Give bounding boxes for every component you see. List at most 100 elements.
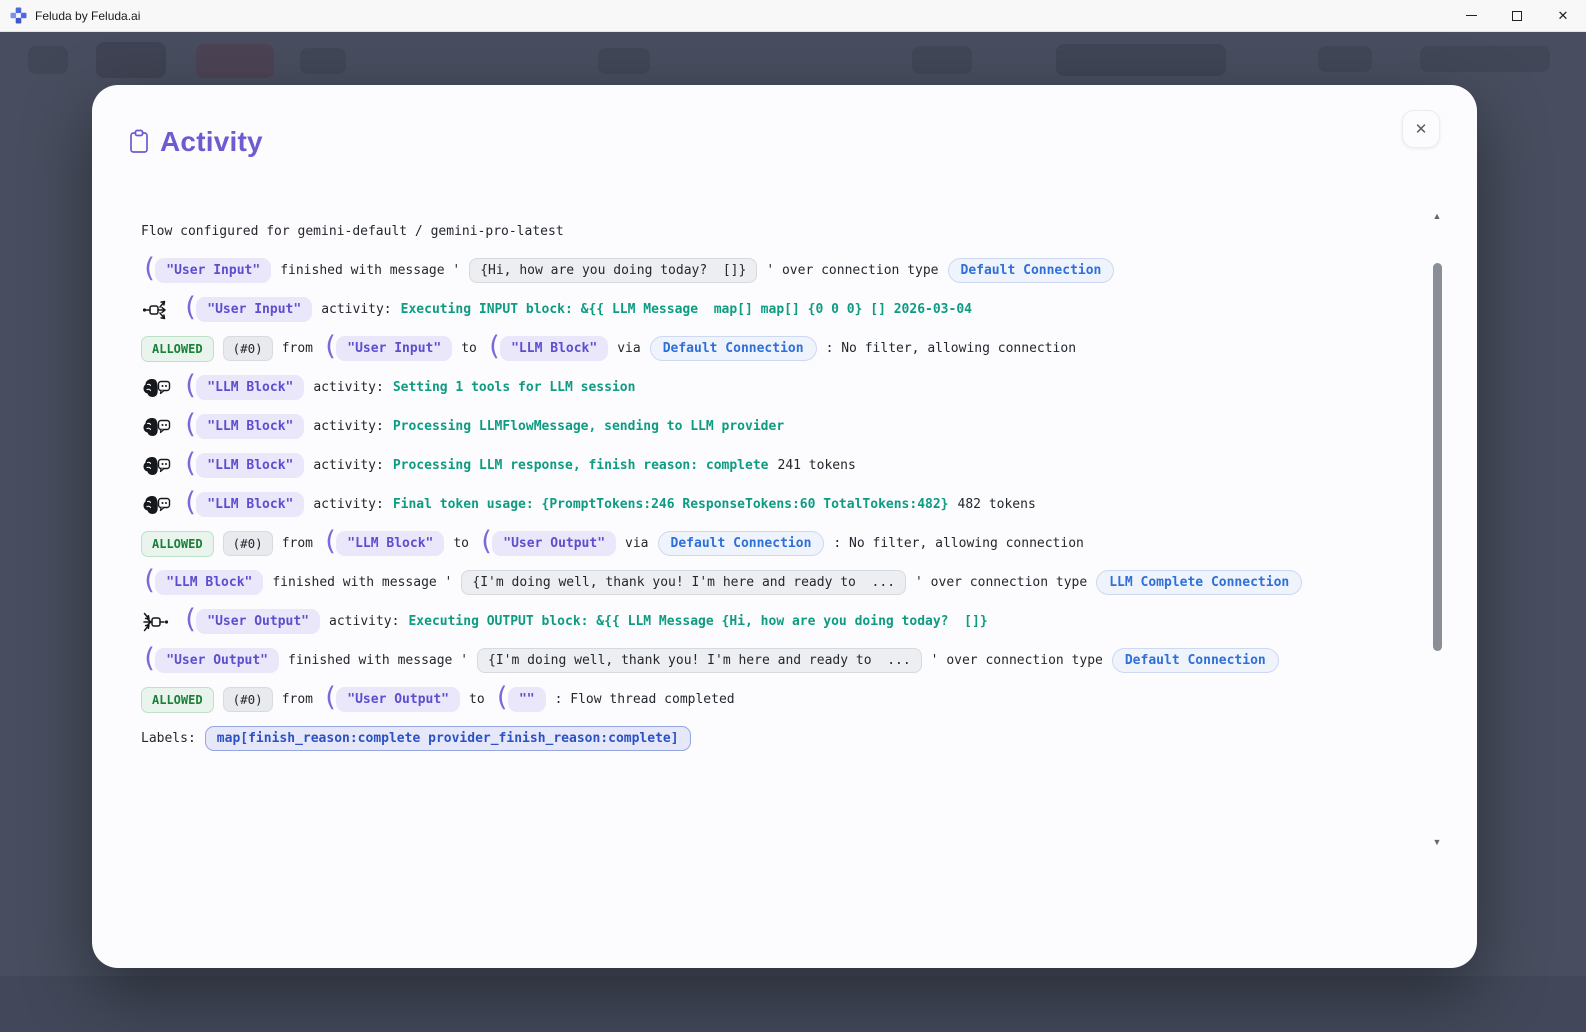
block-badge-label: "User Input" (196, 297, 313, 322)
log-text: to (453, 536, 470, 551)
token-count: 482 tokens (957, 497, 1036, 512)
activity-text: Executing INPUT block: &{{ LLM Message m… (400, 302, 972, 317)
window-titlebar: Feluda by Feluda.ai ✕ (0, 0, 1586, 32)
maximize-icon (1512, 10, 1522, 21)
paren-glyph: ( (478, 526, 495, 557)
connection-badge-default: Default Connection (947, 258, 1115, 283)
connection-badge-default: Default Connection (657, 531, 825, 556)
log-text: : No filter, allowing connection (833, 536, 1084, 551)
message-pill: {I'm doing well, thank you! I'm here and… (461, 570, 907, 595)
dimmed-background-element (598, 48, 650, 74)
paren-glyph: ( (182, 370, 199, 401)
log-line-user-input-finished: ("User Input" finished with message ' {H… (141, 253, 1419, 285)
paren-glyph: ( (141, 565, 158, 596)
log-line-input-activity: ("User Input" activity: Executing INPUT … (141, 294, 1419, 324)
log-text: : Flow thread completed (554, 692, 735, 707)
activity-text: Setting 1 tools for LLM session (392, 380, 636, 395)
block-badge-user-input: ("User Input" (322, 333, 453, 362)
block-badge-user-output: ("User Output" (141, 645, 280, 674)
close-window-icon: ✕ (1557, 8, 1569, 23)
dimmed-background-element (28, 46, 68, 74)
log-text: Flow configured for gemini-default / gem… (141, 224, 564, 239)
allowed-badge: ALLOWED (141, 335, 214, 362)
paren-glyph: ( (182, 487, 199, 518)
activity-text: Processing LLM response, finish reason: … (392, 458, 769, 473)
log-line-labels: Labels: map[finish_reason:complete provi… (141, 724, 1419, 753)
block-badge-label: "LLM Block" (196, 453, 305, 478)
block-badge-user-input: ("User Input" (141, 253, 272, 284)
log-line-output-finished: ("User Output" finished with message ' {… (141, 645, 1419, 675)
paren-glyph: ( (141, 253, 158, 284)
log-text: finished with message ' (288, 653, 469, 668)
scroll-down-arrow[interactable]: ▼ (1428, 836, 1446, 848)
connection-badge-llm-complete: LLM Complete Connection (1096, 570, 1303, 595)
log-text: ' over connection type (930, 653, 1103, 668)
paren-glyph: ( (493, 682, 510, 713)
log-text: activity: (321, 302, 392, 317)
block-badge-label: "User Input" (155, 258, 272, 283)
block-badge-label: "LLM Block" (196, 414, 305, 439)
block-badge-llm-block: ("LLM Block" (485, 331, 609, 362)
thread-number-badge: (#0) (222, 687, 273, 712)
dimmed-background-element (1420, 46, 1550, 72)
dimmed-background-element (196, 44, 274, 78)
log-text: via (625, 536, 649, 551)
scrollbar[interactable]: ▲ ▼ (1428, 200, 1446, 850)
paren-glyph: ( (182, 604, 199, 635)
block-badge-llm-block: ("LLM Block" (182, 411, 305, 440)
activity-modal: Activity ✕ Flow configured for gemini-de… (92, 85, 1477, 968)
block-badge-user-input: ("User Input" (182, 294, 313, 323)
log-line-llm-finished: ("LLM Block" finished with message ' {I'… (141, 565, 1419, 597)
dimmed-background-element (0, 976, 1586, 1032)
block-badge-label: "User Output" (492, 531, 617, 556)
allowed-badge: ALLOWED (141, 530, 214, 557)
modal-title: Activity (160, 126, 263, 157)
log-text: activity: (313, 497, 384, 512)
block-badge-user-output: ("User Output" (322, 684, 461, 713)
block-badge-llm-block: ("LLM Block" (322, 528, 445, 557)
activity-log[interactable]: Flow configured for gemini-default / gem… (127, 200, 1449, 850)
log-line-allowed-flow-completed: ALLOWED (#0) from ("User Output" to ("" … (141, 682, 1419, 714)
close-icon: ✕ (1414, 121, 1428, 138)
thread-number-badge: (#0) (222, 531, 273, 556)
log-text: activity: (313, 380, 384, 395)
llm-block-icon (141, 415, 173, 439)
block-badge-label: "LLM Block" (500, 336, 609, 361)
activity-text: Executing OUTPUT block: &{{ LLM Message … (408, 614, 988, 629)
activity-text: Final token usage: {PromptTokens:246 Res… (392, 497, 949, 512)
log-text: to (461, 341, 477, 356)
scrollbar-thumb[interactable] (1433, 263, 1442, 651)
log-text: activity: (329, 614, 400, 629)
log-text: ' over connection type (915, 575, 1088, 590)
dimmed-background-element (1318, 46, 1372, 72)
thread-number-badge: (#0) (222, 336, 273, 361)
modal-header: Activity ✕ (92, 85, 1477, 173)
input-block-icon (141, 298, 173, 322)
minimize-button[interactable] (1448, 0, 1494, 31)
log-text: : No filter, allowing connection (825, 341, 1077, 356)
dimmed-background-element (96, 42, 166, 78)
log-text: via (617, 341, 641, 356)
llm-block-icon (141, 454, 173, 478)
message-pill: {Hi, how are you doing today? []} (469, 258, 758, 283)
block-badge-label: "User Output" (336, 687, 461, 712)
dimmed-background-element (1056, 44, 1226, 76)
close-window-button[interactable]: ✕ (1540, 0, 1586, 31)
log-text: Labels: (141, 731, 196, 746)
allowed-badge: ALLOWED (141, 686, 214, 713)
paren-glyph: ( (485, 331, 503, 362)
block-badge-llm-block: ("LLM Block" (182, 487, 305, 518)
log-line-allowed-input-to-llm: ALLOWED (#0) from ("User Input" to ("LLM… (141, 331, 1419, 363)
window-title: Feluda by Feluda.ai (35, 8, 141, 23)
llm-block-icon (141, 376, 173, 400)
connection-badge-default: Default Connection (1111, 648, 1279, 673)
maximize-button[interactable] (1494, 0, 1540, 31)
block-badge-empty: ("" (493, 682, 546, 713)
modal-close-button[interactable]: ✕ (1402, 110, 1440, 148)
block-badge-label: "User Output" (196, 609, 321, 634)
token-count: 241 tokens (777, 458, 856, 473)
log-line-llm-final-token-usage: ("LLM Block" activity: Final token usage… (141, 487, 1419, 519)
log-text: from (281, 341, 313, 356)
scroll-up-arrow[interactable]: ▲ (1428, 210, 1446, 222)
app-logo-icon (10, 7, 27, 24)
